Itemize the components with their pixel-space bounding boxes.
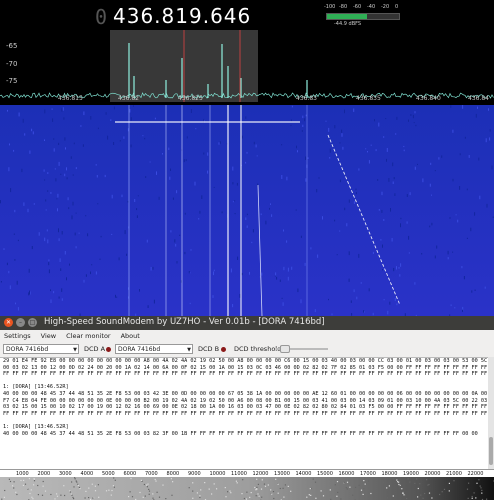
monitor-line: F7 C4 E8 04 FE 00 00 00 00 00 00 0E 00 0…: [3, 397, 488, 404]
freq-tick: 436.84: [468, 95, 489, 102]
monitor-line: 40 00 00 00 48 45 37 44 48 51 35 2E F8 5…: [3, 430, 478, 437]
monitor-line: 1: [DORA] [13:46.52R]: [3, 423, 69, 430]
monitor-line: 03 02 15 00 15 00 10 02 17 00 19 00 12 0…: [3, 404, 488, 411]
meter-scale-label: 0: [395, 4, 399, 10]
modem-b-select[interactable]: DORA 7416bd ▼: [115, 344, 193, 354]
modem-a-select[interactable]: DORA 7416bd ▼: [3, 344, 79, 354]
chevron-down-icon: ▼: [73, 347, 77, 353]
audio-waterfall[interactable]: [0, 477, 494, 500]
window-title: High-Speed SoundModem by UZ7HO - Ver 0.0…: [44, 317, 325, 327]
monitor-line: 29 01 E4 FE 92 E8 00 00 00 00 00 00 00 0…: [3, 358, 488, 364]
frequency-display[interactable]: 436.819.646: [113, 4, 251, 28]
menu-bar: Settings View Clear monitor About: [0, 330, 494, 342]
meter-fill: [327, 14, 367, 19]
scrollbar-thumb[interactable]: [489, 437, 493, 465]
title-bar[interactable]: ✕ – □ High-Speed SoundModem by UZ7HO - V…: [0, 316, 494, 330]
meter-scale-label: -20: [381, 4, 390, 10]
slider-handle[interactable]: [280, 345, 290, 353]
frequency-prefix: 0: [95, 5, 108, 29]
monitor-line: [3, 378, 488, 385]
soundmodem-window: ✕ – □ High-Speed SoundModem by UZ7HO - V…: [0, 316, 494, 500]
freq-tick: 436.835: [356, 95, 381, 102]
dcd-b-indicator: [221, 347, 226, 352]
monitor-line: 1: [DORA] [13:46.52R]: [3, 384, 69, 391]
dcd-a-indicator: [106, 347, 111, 352]
dcd-threshold-label: DCD threshold: [234, 345, 282, 353]
menu-about[interactable]: About: [121, 332, 140, 340]
freq-tick: 436.825: [178, 95, 203, 102]
modem-a-value: DORA 7416bd: [6, 346, 49, 353]
close-icon[interactable]: ✕: [4, 318, 13, 327]
meter-scale-label: -60: [353, 4, 362, 10]
menu-settings[interactable]: Settings: [4, 332, 31, 340]
monitor-line: 40 00 00 00 48 45 37 44 48 51 35 2E F8 5…: [3, 390, 488, 397]
dcd-a-label: DCD A: [84, 345, 106, 353]
freq-tick: 436.815: [58, 95, 83, 102]
waterfall-display[interactable]: [0, 105, 494, 316]
freq-tick: 436.840: [416, 95, 441, 102]
chevron-down-icon: ▼: [187, 347, 191, 353]
maximize-icon[interactable]: □: [28, 318, 37, 327]
monitor-line: FF FF FF FF FF FF FF FF FF FF FF FF FF F…: [3, 410, 488, 417]
monitor-scrollbar[interactable]: [488, 357, 494, 469]
meter-scale-label: -40: [367, 4, 376, 10]
monitor-line: 00 03 02 13 00 12 00 0D 02 24 00 20 00 1…: [3, 364, 488, 371]
toolbar: DORA 7416bd ▼ DCD A DORA 7416bd ▼ DCD B …: [0, 342, 494, 357]
freq-tick: 436.82: [118, 95, 139, 102]
modem-b-value: DORA 7416bd: [118, 346, 161, 353]
meter-scale-label: -100: [324, 4, 336, 10]
monitor-line: FF FF FF FF FF FF FF FF FF FF FF FF FF F…: [3, 371, 488, 378]
sdr-display: 0 436.819.646 -100 -80 -60 -40 -20 0 -44…: [0, 0, 494, 316]
menu-clear-monitor[interactable]: Clear monitor: [66, 332, 111, 340]
monitor-text-area[interactable]: 29 01 E4 FE 92 E8 00 00 00 00 00 00 00 0…: [0, 357, 488, 469]
meter-value: -44.9 dBFS: [334, 21, 362, 27]
freq-tick: 436.83: [296, 95, 317, 102]
meter-scale-label: -80: [339, 4, 348, 10]
menu-view[interactable]: View: [41, 332, 56, 340]
dcd-threshold-slider[interactable]: [276, 345, 328, 353]
monitor-line: [3, 417, 488, 424]
meter-bar: [326, 13, 400, 20]
minimize-icon[interactable]: –: [16, 318, 25, 327]
dcd-b-label: DCD B: [198, 345, 220, 353]
